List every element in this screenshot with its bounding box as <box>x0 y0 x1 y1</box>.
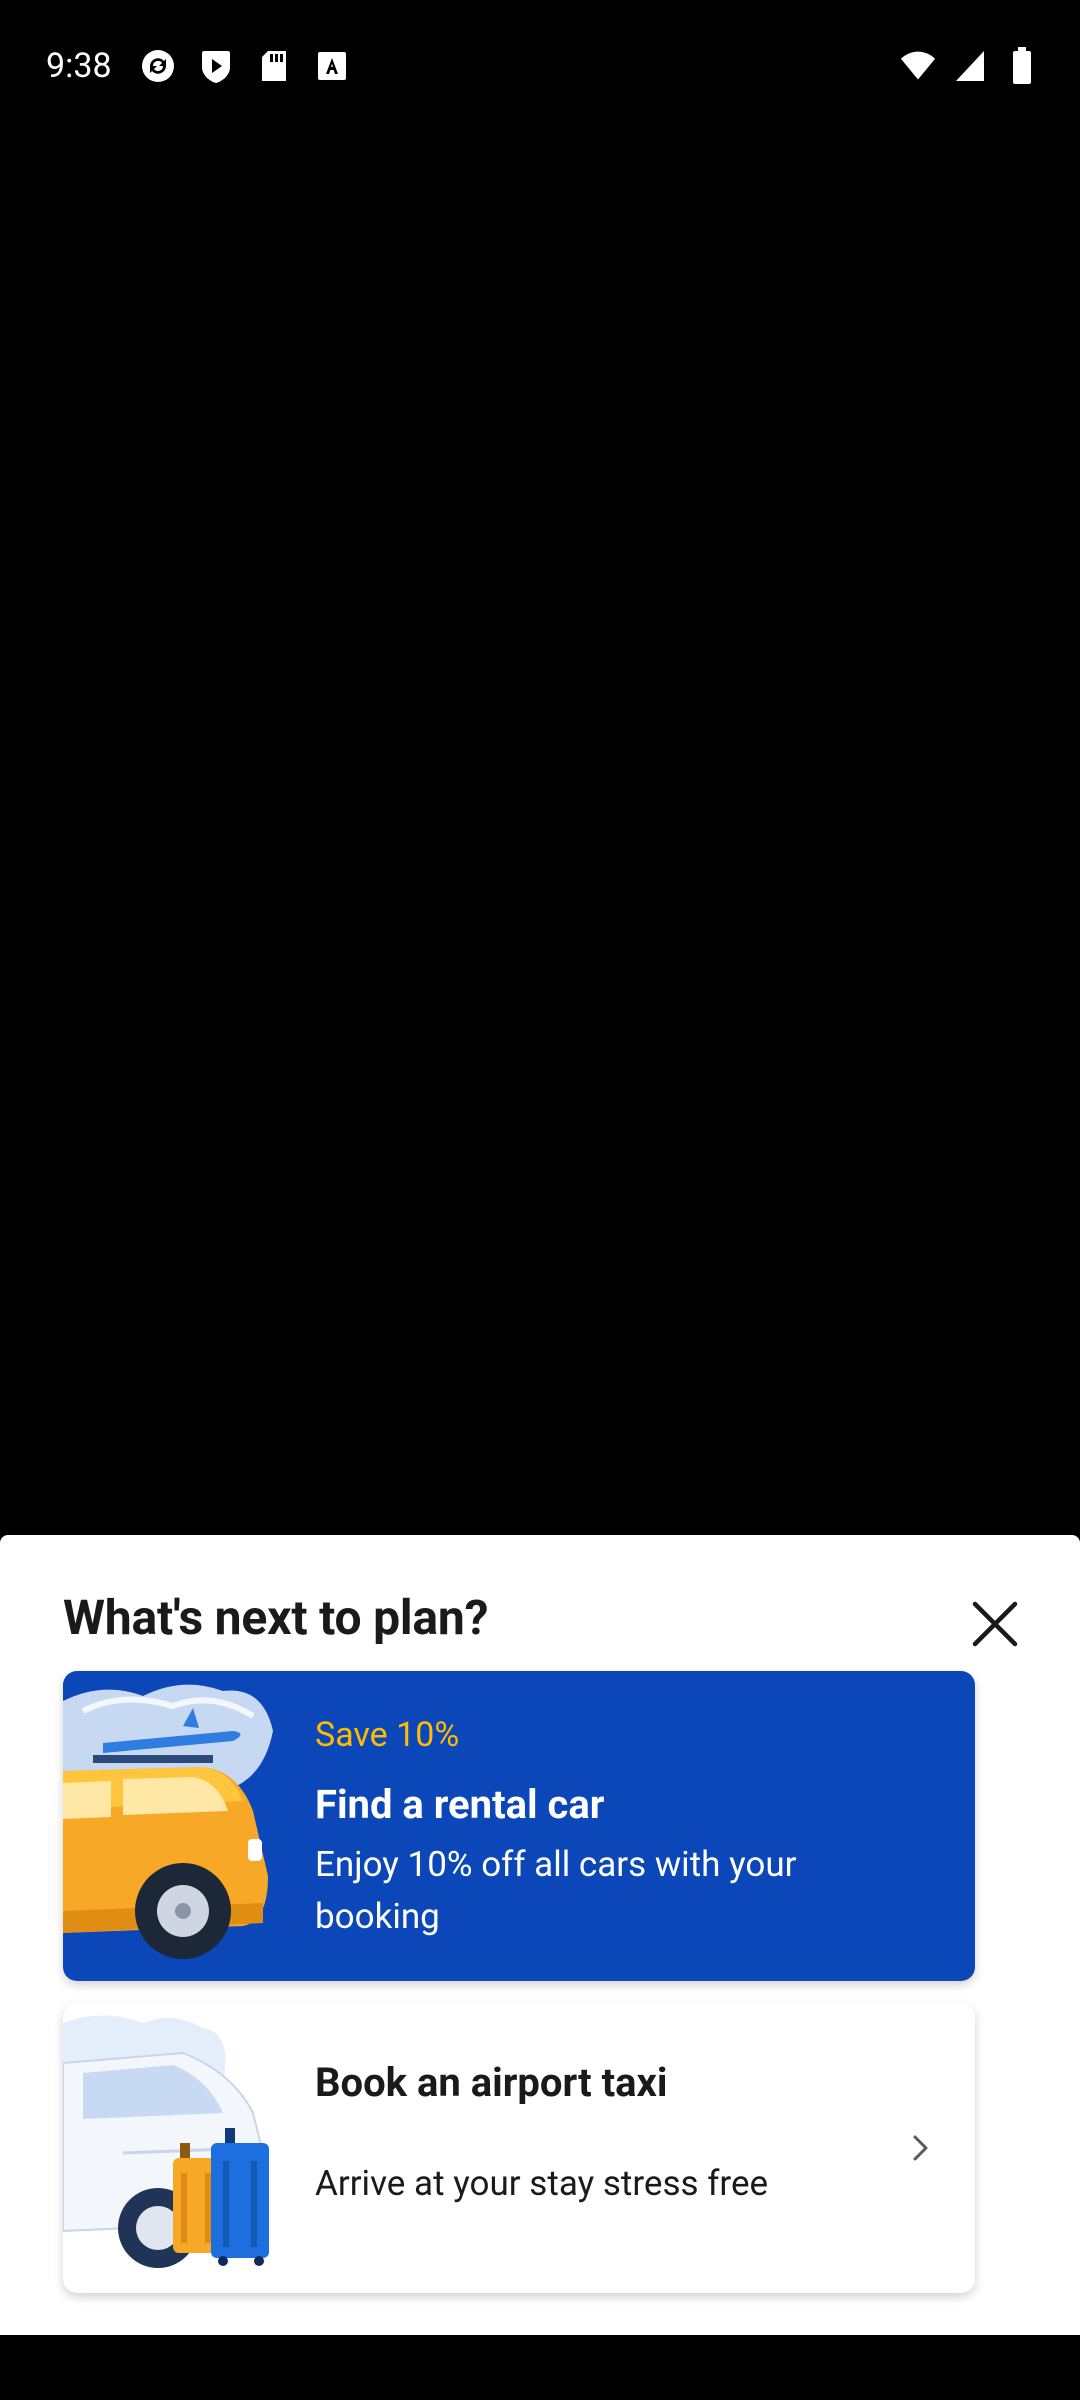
close-icon <box>972 1601 1018 1647</box>
taxi-card-description: Arrive at your stay stress free <box>315 2163 769 2204</box>
battery-icon <box>1004 47 1040 84</box>
status-icons-right <box>900 47 1040 84</box>
font-a-icon <box>314 48 350 84</box>
sheet-title: What's next to plan? <box>63 1589 489 1646</box>
airport-taxi-illustration <box>63 2003 283 2293</box>
status-bar: 9:38 <box>0 0 1080 132</box>
sync-icon <box>140 48 176 84</box>
status-icons-left <box>140 48 350 84</box>
signal-icon <box>952 48 988 84</box>
play-store-icon <box>198 48 234 84</box>
home-gesture-handle[interactable] <box>398 2250 682 2260</box>
bottom-sheet: What's next to plan? Save 10% Find a ren… <box>0 1535 1080 2335</box>
navigation-bar <box>0 2335 1080 2400</box>
screen: 9:38 What's next to plan? Save 10% Find … <box>0 0 1080 2400</box>
wifi-icon <box>900 48 936 84</box>
promo-eyebrow: Save 10% <box>315 1715 460 1755</box>
rental-car-illustration <box>63 1671 283 1981</box>
chevron-right-icon <box>913 2135 928 2161</box>
rental-card-title: Find a rental car <box>315 1781 605 1828</box>
rental-card-description: Enjoy 10% off all cars with your booking <box>315 1844 797 1937</box>
sd-card-icon <box>256 48 292 84</box>
taxi-card-title: Book an airport taxi <box>315 2059 668 2106</box>
rental-car-card[interactable]: Save 10% Find a rental car Enjoy 10% off… <box>63 1671 975 1981</box>
close-button[interactable] <box>963 1592 1027 1656</box>
status-time: 9:38 <box>46 46 112 86</box>
